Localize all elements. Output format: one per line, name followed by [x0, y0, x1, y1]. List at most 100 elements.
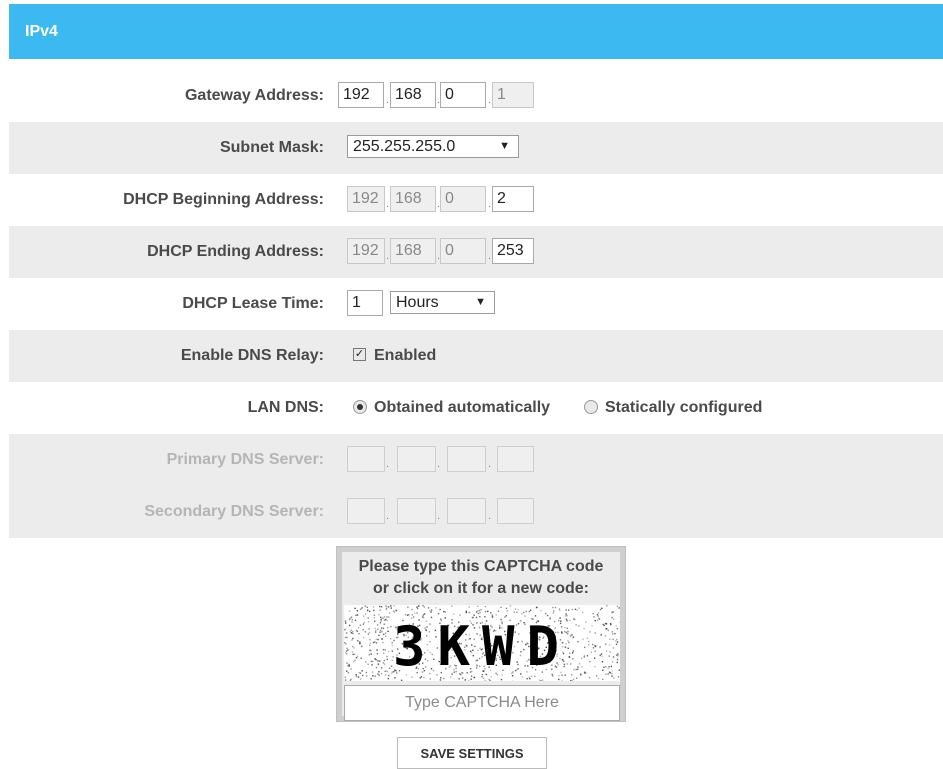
captcha-noise-dot	[527, 678, 528, 679]
captcha-noise-dot	[345, 637, 346, 638]
dns-relay-checkbox[interactable]: ✓	[353, 348, 366, 361]
captcha-noise-dot	[469, 612, 470, 613]
captcha-noise-dot	[385, 636, 386, 637]
captcha-noise-dot	[572, 609, 573, 610]
octet-dot: .	[386, 198, 389, 210]
captcha-noise-dot	[617, 655, 618, 656]
captcha-noise-dot	[384, 660, 385, 661]
captcha-noise-dot	[602, 679, 603, 680]
captcha-noise-dot	[608, 630, 609, 631]
captcha-noise-dot	[379, 632, 380, 633]
captcha-noise-dot	[595, 620, 596, 621]
captcha-noise-dot	[605, 644, 606, 645]
octet-dot: .	[386, 458, 389, 470]
captcha-noise-dot	[422, 605, 423, 606]
captcha-noise-dot	[372, 661, 373, 662]
captcha-noise-dot	[605, 635, 606, 636]
captcha-noise-dot	[606, 650, 607, 651]
captcha-noise-dot	[530, 610, 531, 611]
dhcp-begin-octet-4[interactable]	[492, 186, 534, 212]
captcha-noise-dot	[351, 632, 352, 633]
save-settings-button[interactable]: SAVE SETTINGS	[397, 737, 547, 769]
captcha-noise-dot	[346, 651, 347, 652]
octet-dot: .	[437, 510, 440, 522]
captcha-noise-dot	[611, 675, 612, 676]
dhcp-begin-octet-3	[440, 186, 486, 212]
captcha-noise-dot	[600, 655, 601, 656]
radio-statically-configured[interactable]	[584, 400, 598, 414]
captcha-noise-dot	[417, 608, 418, 609]
captcha-noise-dot	[584, 656, 585, 657]
captcha-noise-dot	[365, 605, 366, 606]
captcha-noise-dot	[592, 644, 593, 645]
subnet-mask-select[interactable]: 255.255.255.0 ▼	[347, 135, 519, 158]
captcha-noise-dot	[346, 637, 347, 638]
captcha-noise-dot	[585, 622, 586, 623]
captcha-noise-dot	[440, 679, 441, 680]
lease-label: DHCP Lease Time:	[182, 278, 324, 330]
captcha-noise-dot	[375, 659, 376, 660]
dropdown-arrow-icon: ▼	[499, 136, 510, 157]
captcha-input[interactable]	[344, 685, 620, 721]
captcha-noise-dot	[597, 614, 598, 615]
captcha-noise-dot	[612, 633, 613, 634]
captcha-noise-dot	[612, 670, 613, 671]
captcha-noise-dot	[366, 675, 367, 676]
captcha-noise-dot	[375, 630, 376, 631]
captcha-noise-dot	[477, 606, 478, 607]
captcha-noise-dot	[514, 612, 515, 613]
captcha-noise-dot	[588, 641, 589, 642]
captcha-noise-dot	[388, 606, 389, 607]
gateway-octet-2[interactable]	[390, 82, 436, 108]
captcha-noise-dot	[362, 675, 363, 676]
captcha-noise-dot	[443, 611, 444, 612]
captcha-noise-dot	[575, 609, 576, 610]
captcha-noise-dot	[416, 612, 417, 613]
captcha-noise-dot	[498, 611, 499, 612]
captcha-noise-dot	[587, 655, 588, 656]
captcha-noise-dot	[349, 666, 350, 667]
octet-dot: .	[488, 458, 491, 470]
captcha-noise-dot	[490, 612, 491, 613]
captcha-noise-dot	[377, 653, 378, 654]
gateway-octet-3[interactable]	[440, 82, 486, 108]
captcha-noise-dot	[609, 655, 610, 656]
captcha-noise-dot	[610, 624, 611, 625]
dropdown-arrow-icon: ▼	[475, 292, 486, 313]
dhcp-begin-label: DHCP Beginning Address:	[123, 174, 324, 226]
captcha-noise-dot	[529, 611, 530, 612]
captcha-noise-dot	[357, 656, 358, 657]
captcha-noise-dot	[582, 639, 583, 640]
captcha-noise-dot	[559, 610, 560, 611]
captcha-noise-dot	[357, 631, 358, 632]
captcha-noise-dot	[356, 676, 357, 677]
captcha-noise-dot	[385, 674, 386, 675]
captcha-noise-dot	[606, 623, 607, 624]
captcha-noise-dot	[388, 651, 389, 652]
captcha-noise-dot	[351, 617, 352, 618]
captcha-noise-dot	[352, 633, 353, 634]
captcha-noise-dot	[353, 654, 354, 655]
captcha-noise-dot	[372, 675, 373, 676]
captcha-noise-dot	[593, 616, 594, 617]
captcha-noise-dot	[347, 665, 348, 666]
captcha-noise-dot	[352, 651, 353, 652]
dhcp-end-octet-1	[347, 238, 385, 264]
captcha-noise-dot	[424, 606, 425, 607]
captcha-image[interactable]: 3KWD	[344, 605, 620, 681]
gateway-octet-1[interactable]	[338, 82, 384, 108]
captcha-noise-dot	[381, 606, 382, 607]
section-header: IPv4	[9, 4, 943, 59]
lease-unit-select[interactable]: Hours ▼	[390, 291, 495, 314]
captcha-noise-dot	[382, 642, 383, 643]
lease-time-input[interactable]	[347, 290, 383, 316]
captcha-noise-dot	[349, 631, 350, 632]
captcha-noise-dot	[608, 668, 609, 669]
captcha-noise-dot	[358, 676, 359, 677]
captcha-noise-dot	[602, 661, 603, 662]
captcha-noise-dot	[383, 617, 384, 618]
captcha-noise-dot	[593, 613, 594, 614]
radio-obtained-automatically[interactable]	[353, 400, 367, 414]
captcha-noise-dot	[601, 608, 602, 609]
dhcp-end-octet-4[interactable]	[492, 238, 534, 264]
